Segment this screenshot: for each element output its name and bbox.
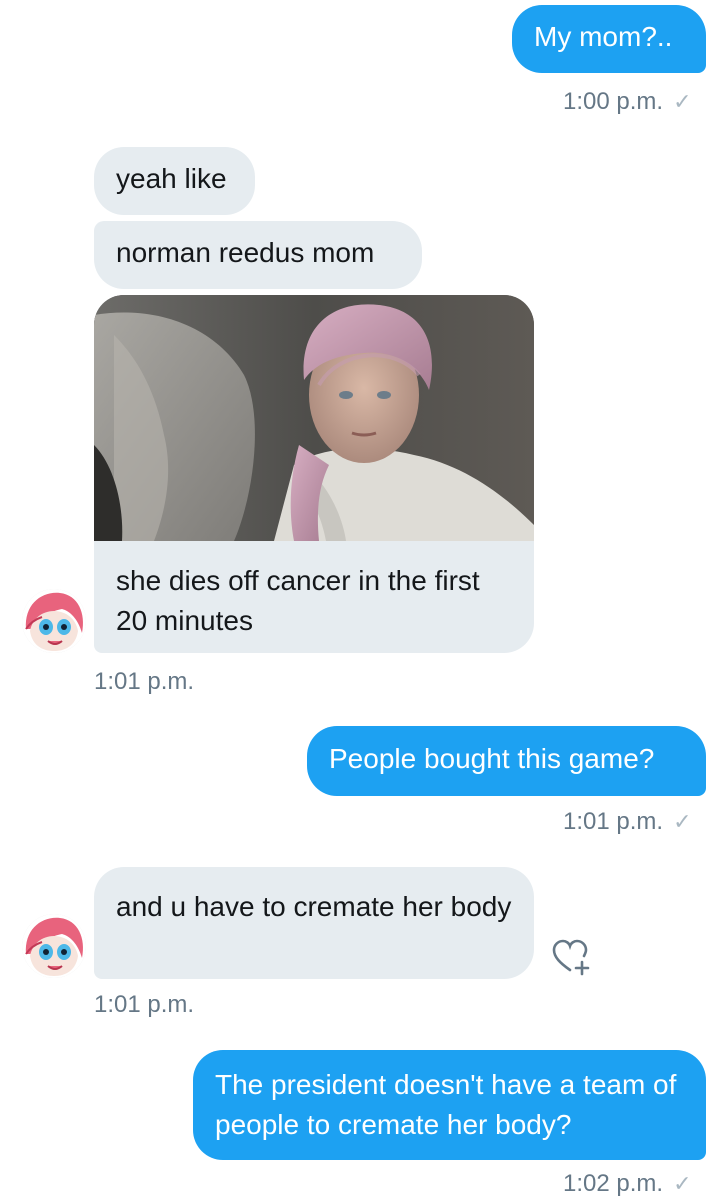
message-text: My mom?.. — [534, 21, 673, 52]
message-text: and u have to cremate her body — [116, 891, 512, 922]
message-timestamp: 1:01 p.m. — [94, 991, 195, 1018]
user-avatar[interactable] — [22, 589, 86, 653]
message-text: norman reedus mom — [116, 237, 375, 268]
message-timestamp: 1:01 p.m. — [94, 668, 195, 695]
message-text: she dies off cancer in the first 20 minu… — [116, 565, 480, 636]
shared-photo — [94, 295, 534, 541]
message-bubble-incoming[interactable]: she dies off cancer in the first 20 minu… — [94, 541, 534, 653]
check-icon: ✓ — [673, 89, 692, 114]
message-bubble-outgoing[interactable]: People bought this game? — [307, 726, 706, 796]
message-timestamp: 1:02 p.m. ✓ — [563, 1170, 692, 1197]
check-icon: ✓ — [673, 1171, 692, 1196]
message-text: yeah like — [116, 163, 227, 194]
message-bubble-outgoing[interactable]: My mom?.. — [512, 5, 706, 73]
heart-plus-icon[interactable] — [550, 936, 594, 980]
message-bubble-incoming[interactable]: yeah like — [94, 147, 255, 215]
user-avatar[interactable] — [22, 914, 86, 978]
message-timestamp: 1:00 p.m. ✓ — [563, 88, 692, 115]
avatar-illustration — [22, 914, 86, 978]
message-image[interactable] — [94, 295, 534, 541]
check-icon: ✓ — [673, 809, 692, 834]
message-bubble-incoming[interactable]: and u have to cremate her body — [94, 867, 534, 979]
message-timestamp: 1:01 p.m. ✓ — [563, 808, 692, 835]
message-bubble-incoming[interactable]: norman reedus mom — [94, 221, 422, 289]
avatar-illustration — [22, 589, 86, 653]
message-text: The president doesn't have a team of peo… — [215, 1069, 677, 1140]
message-text: People bought this game? — [329, 743, 655, 774]
message-bubble-outgoing[interactable]: The president doesn't have a team of peo… — [193, 1050, 706, 1160]
